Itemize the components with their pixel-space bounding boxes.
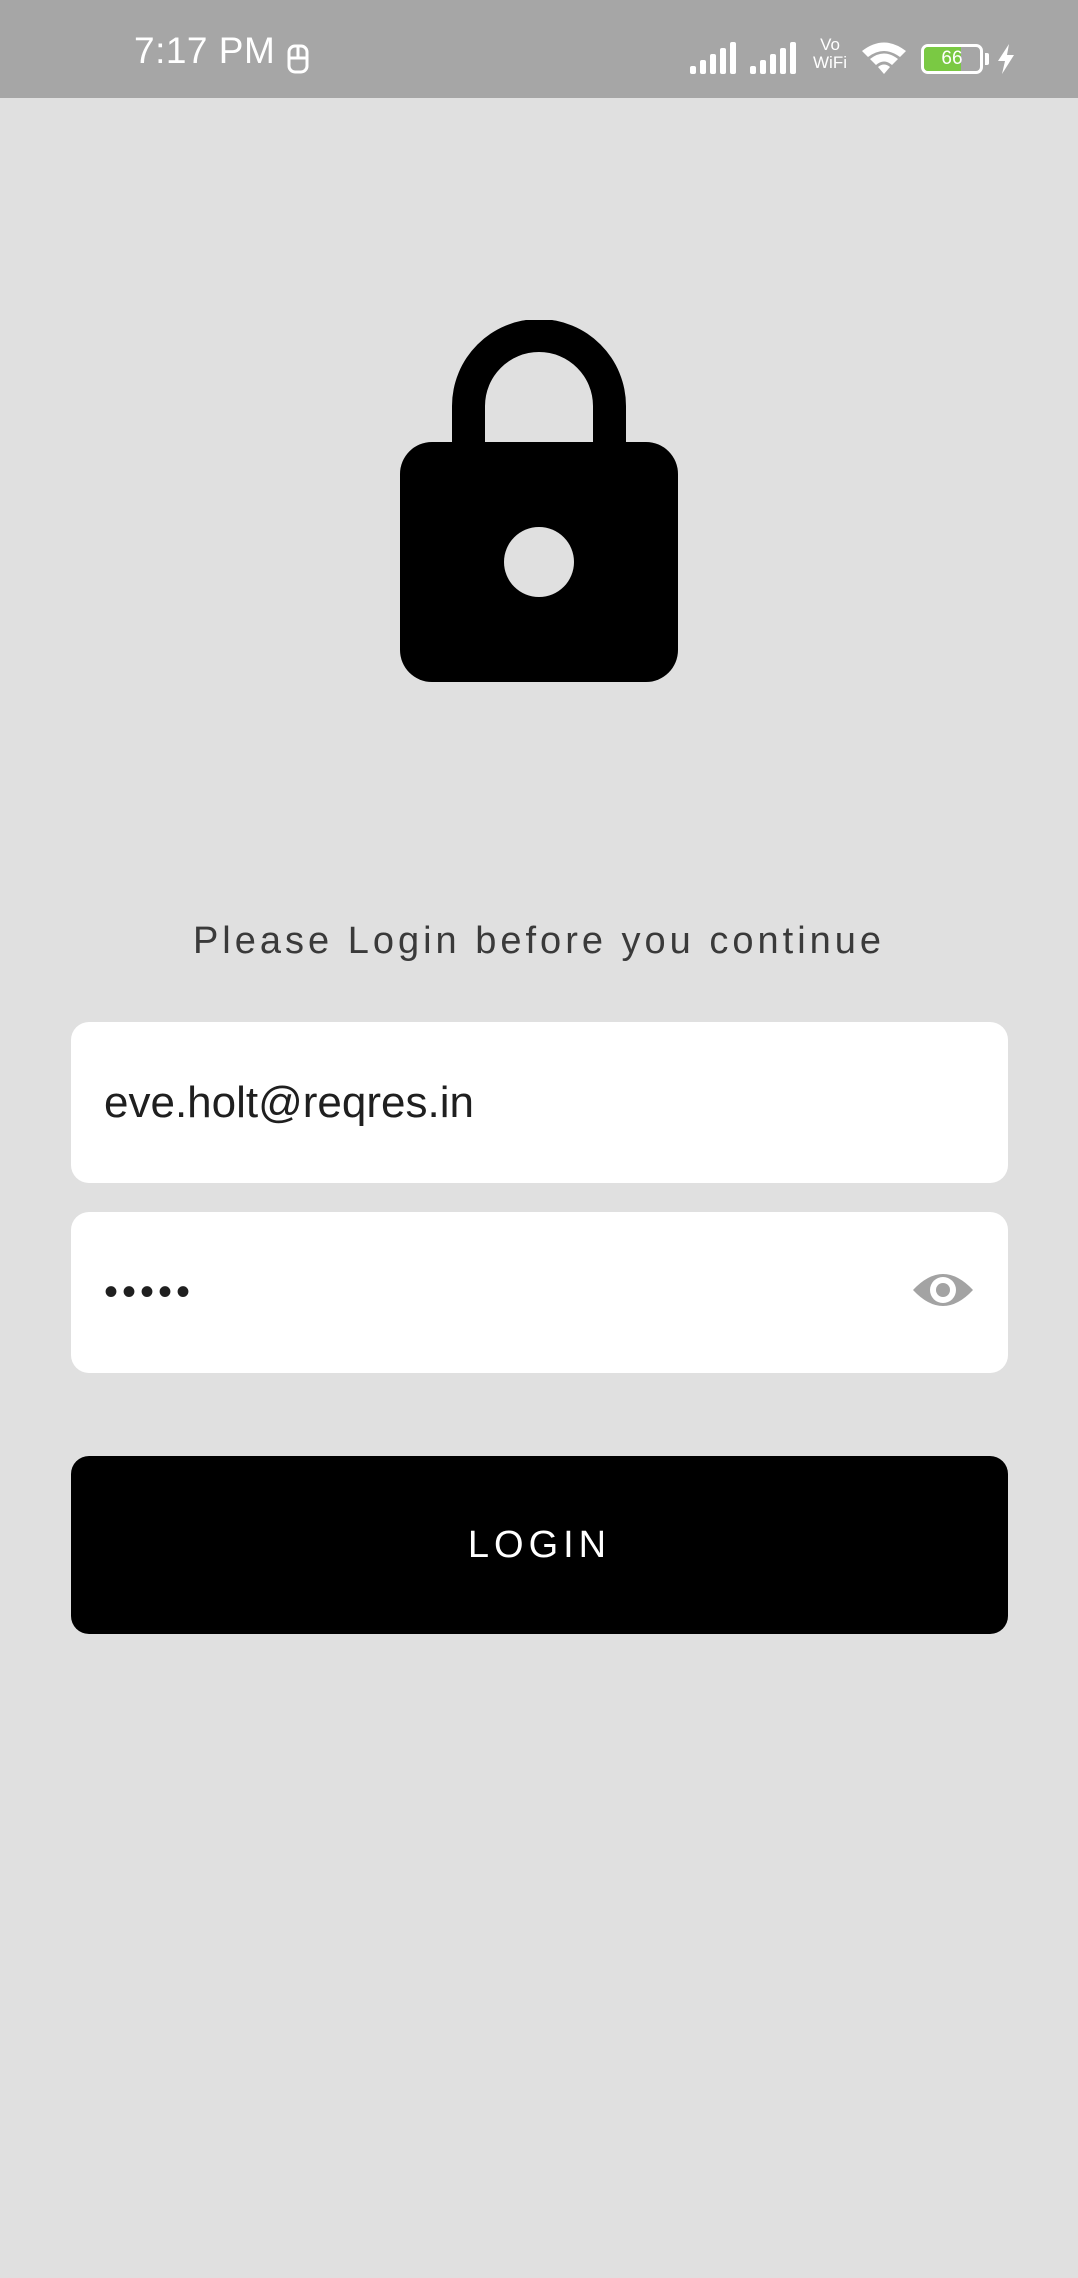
wifi-icon xyxy=(862,42,906,74)
battery-cap xyxy=(985,53,989,65)
notification-icon xyxy=(287,44,309,74)
vowifi-top: Vo xyxy=(820,35,840,54)
password-field[interactable]: ••••• xyxy=(71,1212,1008,1373)
eye-icon[interactable] xyxy=(912,1266,974,1314)
login-button[interactable]: LOGIN xyxy=(71,1456,1008,1634)
status-time: 7:17 PM xyxy=(134,30,276,71)
lock-icon xyxy=(400,320,678,682)
status-bar: 7:17 PM Vo WiFi 66 xyxy=(0,0,1078,98)
battery-icon: 66 xyxy=(921,44,983,74)
vowifi-icon: Vo WiFi xyxy=(808,36,852,72)
login-button-label: LOGIN xyxy=(467,1523,612,1566)
password-value[interactable]: ••••• xyxy=(104,1212,194,1373)
vowifi-bottom: WiFi xyxy=(813,53,847,72)
charging-icon xyxy=(998,44,1014,74)
email-value[interactable]: eve.holt@reqres.in xyxy=(104,1022,474,1183)
email-field[interactable]: eve.holt@reqres.in xyxy=(71,1022,1008,1183)
login-prompt: Please Login before you continue xyxy=(192,920,886,962)
signal-icon xyxy=(750,42,796,74)
login-screen: 7:17 PM Vo WiFi 66 Please Login before y… xyxy=(0,0,1078,2278)
battery-level: 66 xyxy=(941,48,963,69)
signal-icon xyxy=(690,42,736,74)
